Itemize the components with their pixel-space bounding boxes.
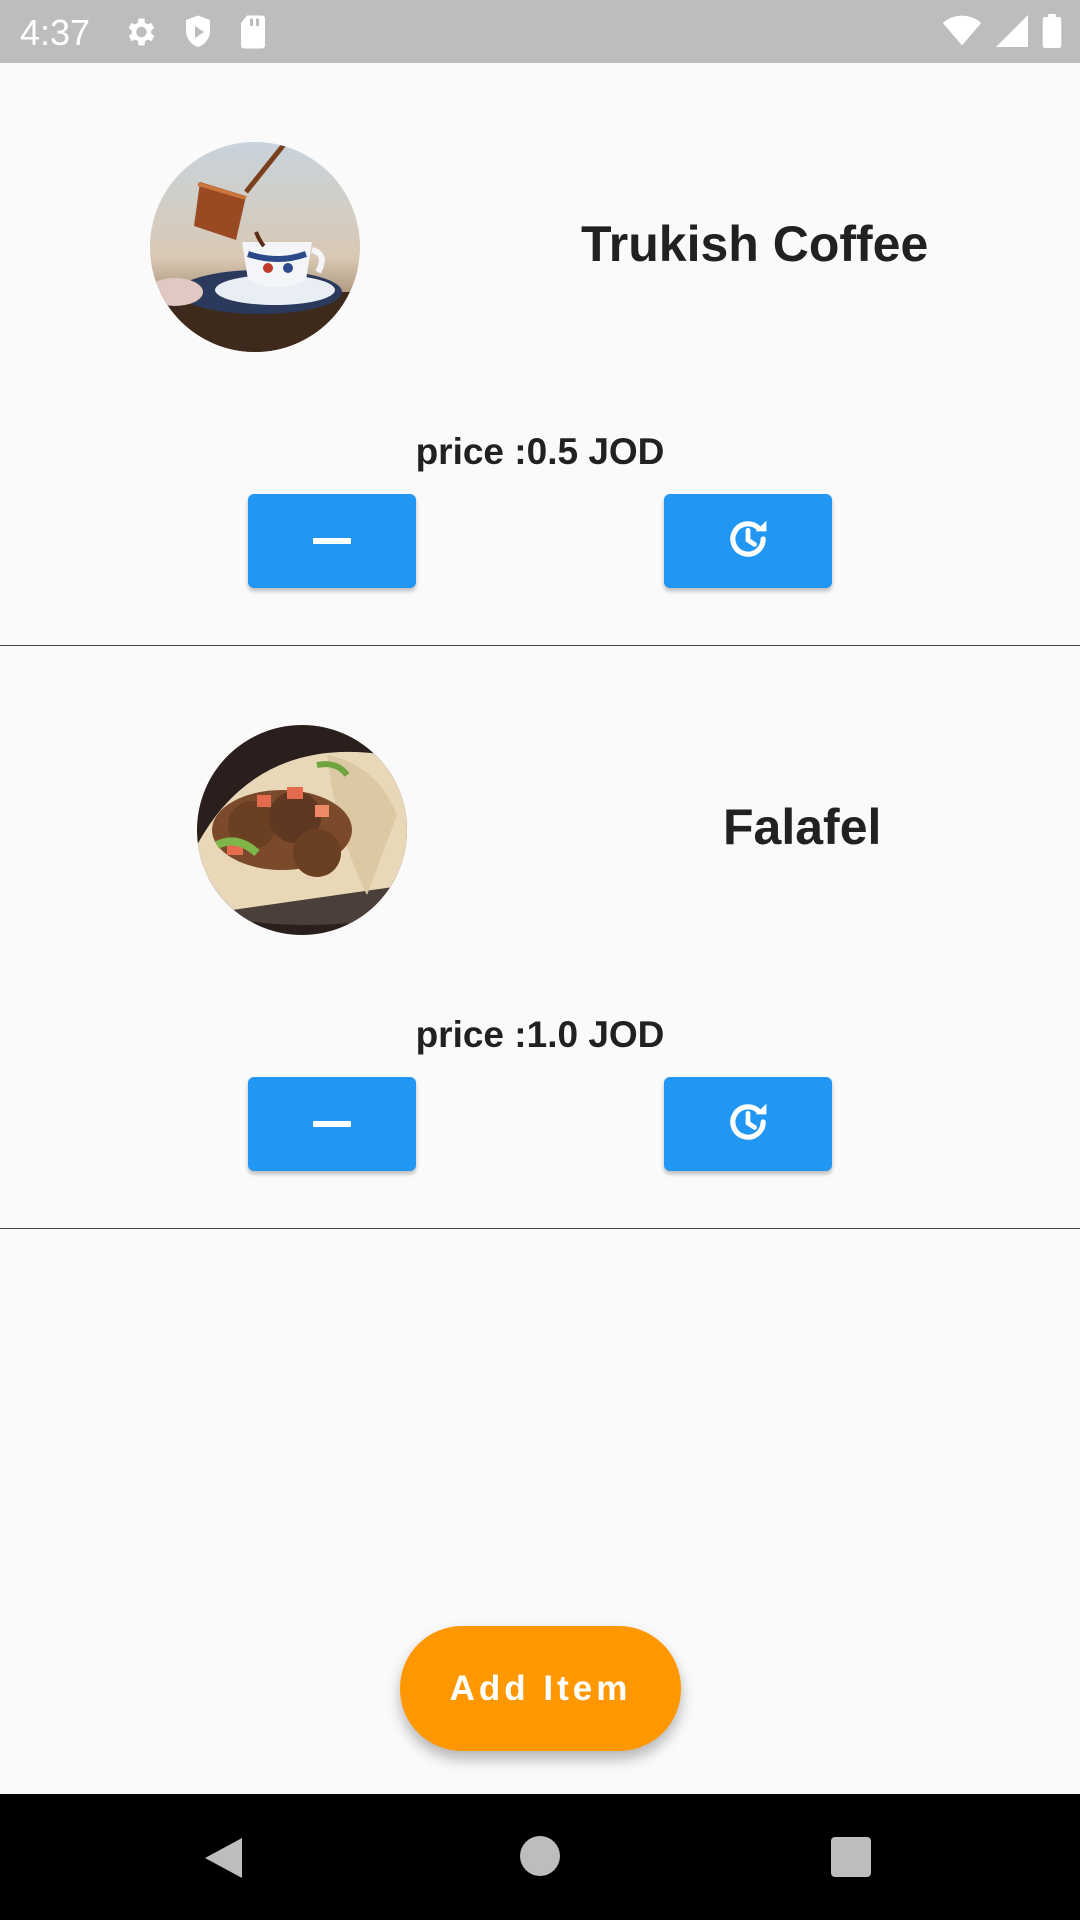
list-item: Falafel price :1.0 JOD [0,646,1080,1229]
shield-icon [182,14,214,55]
remove-button[interactable] [248,494,416,588]
history-icon [722,1096,774,1153]
wifi-icon [942,15,982,52]
recents-icon[interactable] [831,1837,871,1877]
back-icon[interactable] [202,1836,244,1885]
status-time: 4:37 [20,12,91,53]
item-name: Falafel [723,799,882,855]
navigation-bar [0,1794,1080,1920]
add-item-button[interactable]: Add Item [400,1626,681,1751]
history-button[interactable] [664,1077,832,1171]
home-icon[interactable] [520,1836,560,1876]
item-image [197,725,407,935]
history-button[interactable] [664,494,832,588]
item-name: Trukish Coffee [581,216,929,272]
list-item: Trukish Coffee price :0.5 JOD [0,63,1080,646]
screen: 4:37 Trukish Coffee price:0.5 JOD Falaf… [0,0,1080,1920]
signal-icon [996,15,1028,52]
sd-card-icon [238,14,268,55]
item-price: price :0.5 JOD [415,431,665,472]
history-icon [722,513,774,570]
battery-icon [1042,14,1062,53]
remove-button[interactable] [248,1077,416,1171]
status-icons-right [942,14,1062,53]
item-image [150,142,360,352]
minus-icon [313,1121,351,1127]
status-icons-left [122,14,268,55]
settings-icon [122,14,158,55]
add-item-label: Add Item [449,1668,632,1708]
item-price: price :1.0 JOD [415,1014,665,1055]
minus-icon [313,538,351,544]
status-bar: 4:37 [0,0,1080,63]
